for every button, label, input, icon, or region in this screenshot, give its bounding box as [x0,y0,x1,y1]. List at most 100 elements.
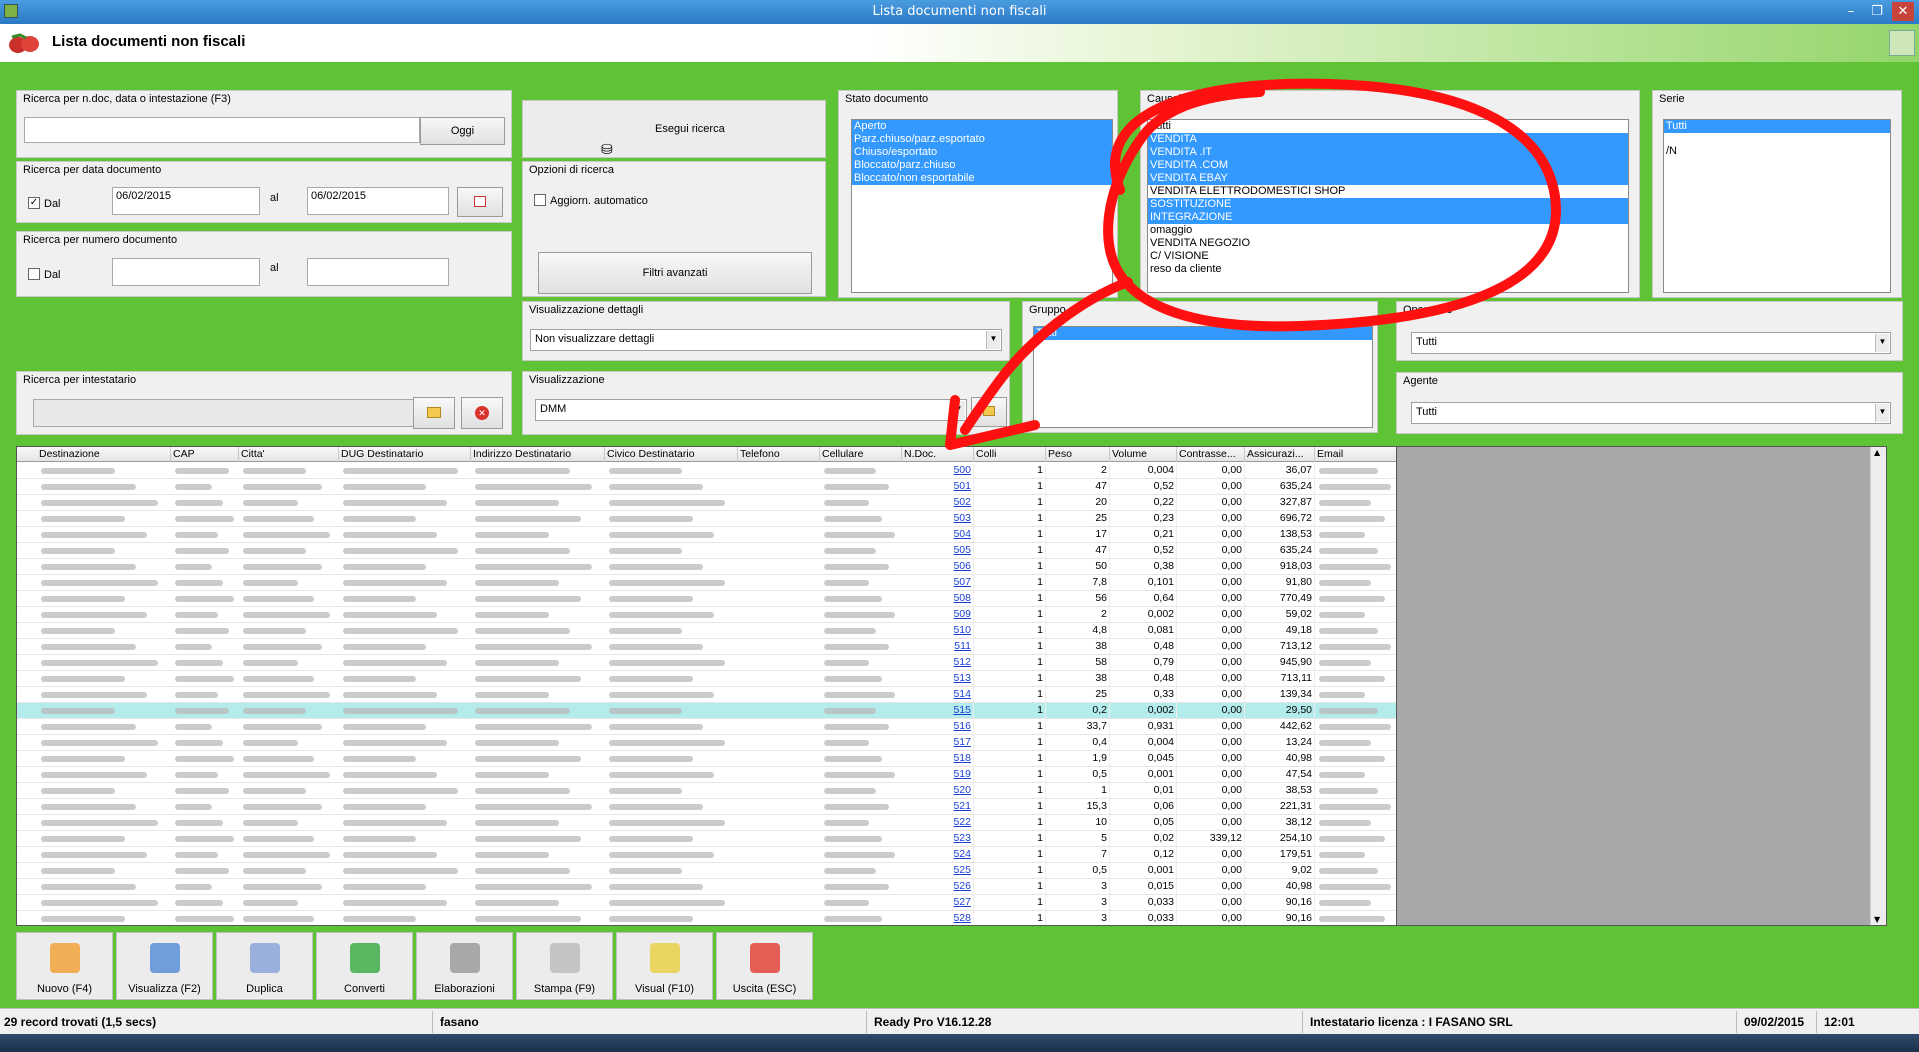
toolbar-button-printer[interactable]: Stampa (F9) [516,932,613,1000]
holder-search-input[interactable] [33,399,417,427]
document-number-link[interactable]: 521 [902,799,974,814]
document-status-list[interactable]: Aperto Parz.chiuso/parz.esportato Chiuso/e… [851,119,1113,293]
minimize-button[interactable]: – [1840,2,1862,21]
column-header[interactable]: Colli [974,447,1046,462]
column-header[interactable]: Assicurazi... [1245,447,1315,462]
table-row[interactable]: 513 1 38 0,48 0,00 713,11 [17,671,1396,687]
agent-select[interactable]: Tutti ▼ [1411,402,1891,424]
toolbar-button-view[interactable]: Visualizza (F2) [116,932,213,1000]
document-number-link[interactable]: 507 [902,575,974,590]
table-row[interactable]: 506 1 50 0,38 0,00 918,03 [17,559,1396,575]
document-number-link[interactable]: 514 [902,687,974,702]
document-number-link[interactable]: 503 [902,511,974,526]
table-row[interactable]: 503 1 25 0,23 0,00 696,72 [17,511,1396,527]
causale-list-item[interactable]: C/ VISIONE [1148,250,1628,263]
number-to-input[interactable] [307,258,449,286]
auto-update-checkbox[interactable] [534,194,546,206]
column-header[interactable]: Cellulare [820,447,902,462]
gruppo-list-item[interactable]: Tutti [1034,327,1372,340]
table-row[interactable]: 520 1 1 0,01 0,00 38,53 [17,783,1396,799]
documents-grid[interactable]: Destinazione CAP Citta' DUG Destinatario Ind… [16,446,1397,926]
column-header[interactable]: N.Doc. [902,447,974,462]
table-row[interactable]: 510 1 4,8 0,081 0,00 49,18 [17,623,1396,639]
stato-list-item[interactable]: Parz.chiuso/parz.esportato [852,133,1112,146]
stato-list-item[interactable]: Bloccato/parz.chiuso [852,159,1112,172]
advanced-filters-button[interactable]: Filtri avanzati [538,252,812,294]
table-row[interactable]: 512 1 58 0,79 0,00 945,90 [17,655,1396,671]
column-header[interactable]: Contrasse... [1177,447,1245,462]
stato-list-item[interactable]: Bloccato/non esportabile [852,172,1112,185]
document-number-link[interactable]: 526 [902,879,974,894]
table-row[interactable]: 514 1 25 0,33 0,00 139,34 [17,687,1396,703]
grid-vertical-scrollbar[interactable]: ▲ ▼ [1870,447,1886,925]
toolbar-button-processing[interactable]: Elaborazioni [416,932,513,1000]
table-row[interactable]: 522 1 10 0,05 0,00 38,12 [17,815,1396,831]
stato-list-item[interactable]: Chiuso/esportato [852,146,1112,159]
toolbar-button-new-document[interactable]: Nuovo (F4) [16,932,113,1000]
causale-list-item[interactable]: VENDITA EBAY [1148,172,1628,185]
column-header[interactable]: Peso [1046,447,1110,462]
scroll-down-icon[interactable]: ▼ [1874,915,1880,924]
column-header[interactable]: Volume [1110,447,1177,462]
document-number-link[interactable]: 501 [902,479,974,494]
causale-list-item[interactable]: VENDITA ELETTRODOMESTICI SHOP [1148,185,1628,198]
document-number-link[interactable]: 525 [902,863,974,878]
serie-list-item[interactable]: /N [1664,145,1890,158]
column-header[interactable]: DUG Destinatario [339,447,471,462]
causale-list-item[interactable]: VENDITA [1148,133,1628,146]
table-row[interactable]: 524 1 7 0,12 0,00 179,51 [17,847,1396,863]
document-number-link[interactable]: 508 [902,591,974,606]
document-number-link[interactable]: 513 [902,671,974,686]
causale-list-item[interactable]: Tutti [1148,120,1628,133]
table-row[interactable]: 507 1 7,8 0,101 0,00 91,80 [17,575,1396,591]
causale-list-item[interactable]: SOSTITUZIONE [1148,198,1628,211]
document-number-link[interactable]: 502 [902,495,974,510]
document-number-link[interactable]: 509 [902,607,974,622]
document-number-link[interactable]: 500 [902,463,974,478]
table-row[interactable]: 523 1 5 0,02 339,12 254,10 [17,831,1396,847]
date-to-input[interactable]: 06/02/2015 [307,187,449,215]
table-row[interactable]: 511 1 38 0,48 0,00 713,12 [17,639,1396,655]
causale-list-item[interactable]: reso da cliente [1148,263,1628,276]
table-row[interactable]: 517 1 0,4 0,004 0,00 13,24 [17,735,1396,751]
document-number-link[interactable]: 505 [902,543,974,558]
table-row[interactable]: 505 1 47 0,52 0,00 635,24 [17,543,1396,559]
document-number-link[interactable]: 516 [902,719,974,734]
document-number-link[interactable]: 523 [902,831,974,846]
document-number-link[interactable]: 506 [902,559,974,574]
table-row[interactable]: 518 1 1,9 0,045 0,00 40,98 [17,751,1396,767]
date-from-input[interactable]: 06/02/2015 [112,187,260,215]
execute-search-button[interactable]: ⛁ Esegui ricerca [523,101,825,157]
table-row[interactable]: 526 1 3 0,015 0,00 40,98 [17,879,1396,895]
calendar-button[interactable] [457,187,503,217]
table-row[interactable]: 515 1 0,2 0,002 0,00 29,50 [17,703,1396,719]
stato-list-item[interactable]: Aperto [852,120,1112,133]
document-number-link[interactable]: 528 [902,911,974,925]
view-select[interactable]: DMM ▼ [535,399,967,421]
column-header[interactable]: Email [1315,447,1396,462]
group-list[interactable]: Tutti [1033,326,1373,428]
close-button[interactable]: ✕ [1892,2,1914,21]
toolbar-button-convert[interactable]: Converti [316,932,413,1000]
text-search-input[interactable] [24,117,420,143]
table-row[interactable]: 527 1 3 0,033 0,00 90,16 [17,895,1396,911]
column-header[interactable]: Destinazione [37,447,171,462]
document-number-link[interactable]: 510 [902,623,974,638]
table-row[interactable]: 509 1 2 0,002 0,00 59,02 [17,607,1396,623]
table-row[interactable]: 528 1 3 0,033 0,00 90,16 [17,911,1396,925]
document-number-link[interactable]: 518 [902,751,974,766]
table-row[interactable]: 508 1 56 0,64 0,00 770,49 [17,591,1396,607]
document-number-link[interactable]: 511 [902,639,974,654]
document-number-link[interactable]: 524 [902,847,974,862]
serie-list-item[interactable]: Tutti [1664,120,1890,133]
folder-button[interactable] [413,397,455,429]
document-number-link[interactable]: 504 [902,527,974,542]
table-row[interactable]: 501 1 47 0,52 0,00 635,24 [17,479,1396,495]
document-number-link[interactable]: 515 [902,703,974,718]
table-row[interactable]: 504 1 17 0,21 0,00 138,53 [17,527,1396,543]
toolbar-button-exit[interactable]: Uscita (ESC) [716,932,813,1000]
serie-list[interactable]: Tutti/N [1663,119,1891,293]
document-number-link[interactable]: 520 [902,783,974,798]
column-header[interactable]: Civico Destinatario [605,447,738,462]
table-row[interactable]: 525 1 0,5 0,001 0,00 9,02 [17,863,1396,879]
